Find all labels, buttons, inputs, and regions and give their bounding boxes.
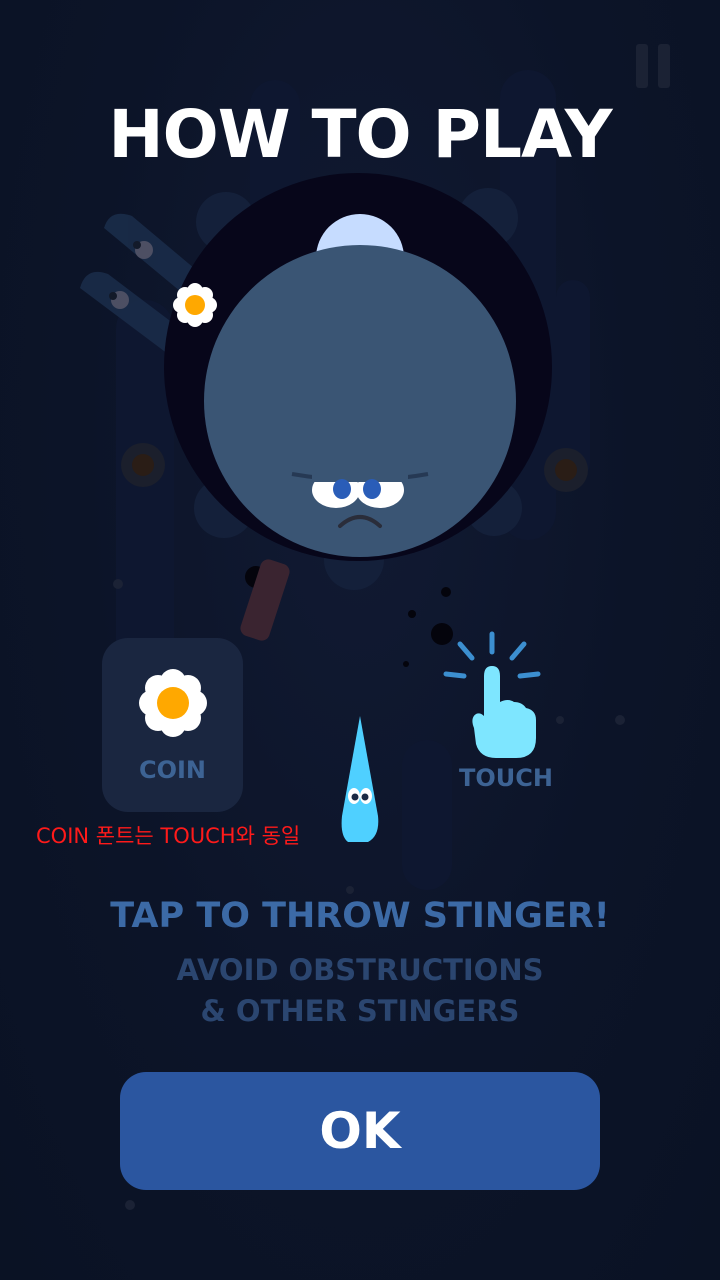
instruction-line-1: AVOID OBSTRUCTIONS (176, 953, 544, 987)
coin-card: COIN (102, 638, 243, 812)
annotation-note: COIN 폰트는 TOUCH와 동일 (36, 824, 301, 848)
demo-illustration (80, 173, 552, 590)
instruction-headline: TAP TO THROW STINGER! (110, 896, 610, 936)
instruction-subtext: AVOID OBSTRUCTIONS & OTHER STINGERS (0, 950, 720, 1032)
touch-label: TOUCH (459, 764, 553, 792)
small-flower (173, 283, 217, 327)
ok-button[interactable]: OK (120, 1072, 600, 1190)
instruction-line-2: & OTHER STINGERS (200, 994, 520, 1028)
coin-label: COIN (138, 756, 207, 784)
stinger-icon (341, 716, 379, 842)
coin-flower-icon (139, 669, 207, 737)
touch-hand-icon (443, 631, 541, 758)
